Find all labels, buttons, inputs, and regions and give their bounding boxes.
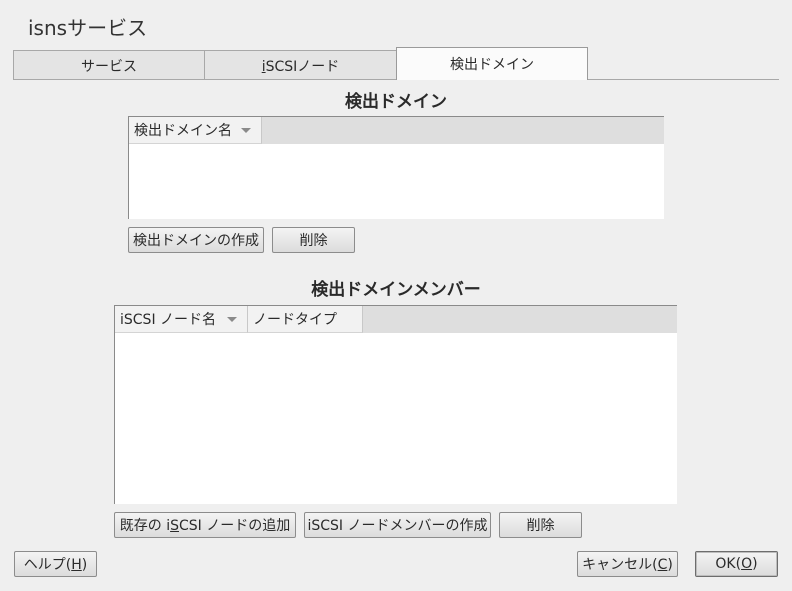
window-title: isnsサービス [28, 16, 148, 40]
delete-domain-button[interactable]: 削除 [272, 227, 355, 253]
column-header-domain-name[interactable]: 検出ドメイン名 [129, 117, 262, 144]
add-existing-node-label: 既存の iSCSI ノードの追加 [119, 518, 291, 534]
add-existing-node-button[interactable]: 既存の iSCSI ノードの追加 [114, 512, 296, 538]
domain-members-title: 検出ドメインメンバー [311, 280, 481, 300]
tab-iscsi-node-label: iSCSIノード [261, 58, 340, 75]
domain-members-table[interactable]: iSCSI ノード名 ノードタイプ [114, 305, 677, 504]
table-header: 検出ドメイン名 [129, 117, 664, 144]
tab-service[interactable]: サービス [13, 50, 205, 80]
create-node-member-button[interactable]: iSCSI ノードメンバーの作成 [304, 512, 491, 538]
create-domain-button[interactable]: 検出ドメインの作成 [128, 227, 264, 253]
delete-member-button[interactable]: 削除 [499, 512, 582, 538]
column-header-label: ノードタイプ [253, 312, 337, 328]
help-button[interactable]: ヘルプ(H) [14, 551, 97, 577]
tab-discovery-domain-label: 検出ドメイン [450, 57, 534, 73]
column-header-label: iSCSI ノード名 [120, 312, 217, 328]
column-header-node-name[interactable]: iSCSI ノード名 [115, 306, 248, 333]
column-header-label: 検出ドメイン名 [134, 123, 232, 139]
cancel-button[interactable]: キャンセル(C) [577, 551, 678, 577]
help-button-label: ヘルプ(H) [23, 557, 88, 573]
sort-descending-icon [241, 128, 251, 133]
ok-button-label: OK(O) [715, 556, 758, 572]
cancel-button-label: キャンセル(C) [582, 557, 673, 573]
sort-descending-icon [227, 317, 237, 322]
table-header: iSCSI ノード名 ノードタイプ [115, 306, 677, 333]
column-header-node-type[interactable]: ノードタイプ [248, 306, 363, 333]
tab-iscsi-node[interactable]: iSCSIノード [204, 50, 397, 80]
tab-service-label: サービス [81, 58, 137, 75]
discovery-domain-title: 検出ドメイン [345, 92, 447, 112]
discovery-domain-table[interactable]: 検出ドメイン名 [128, 116, 664, 219]
tab-discovery-domain[interactable]: 検出ドメイン [396, 47, 588, 80]
ok-button[interactable]: OK(O) [695, 551, 778, 577]
